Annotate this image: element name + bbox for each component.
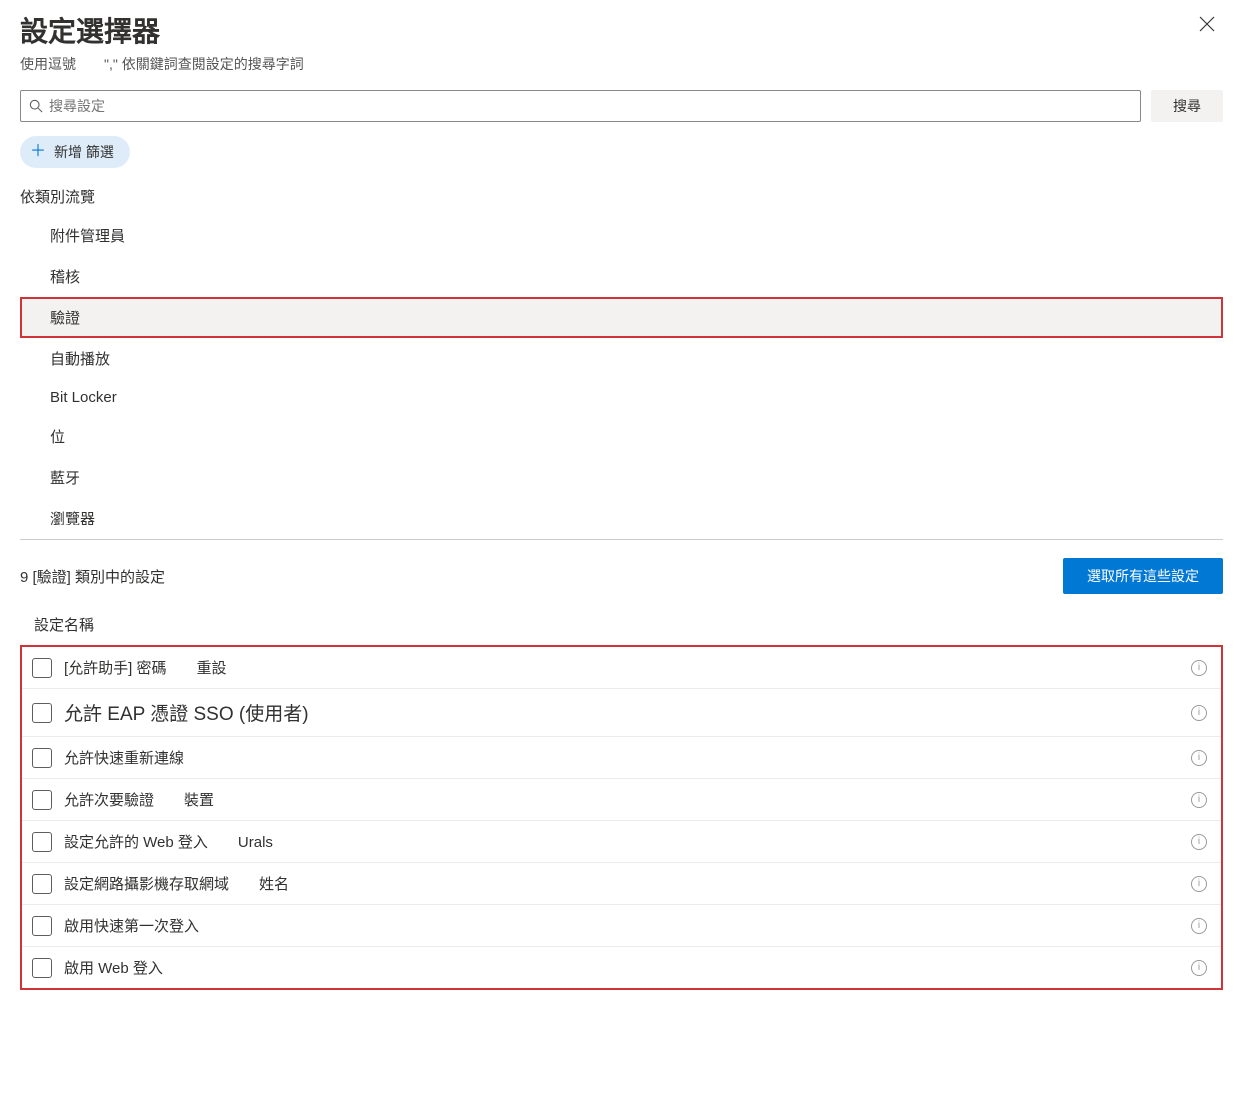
setting-row[interactable]: 啟用 Web 登入 i bbox=[22, 947, 1221, 988]
setting-checkbox[interactable] bbox=[32, 958, 52, 978]
settings-highlight-box: [允許助手] 密碼重設i允許 EAP 憑證 SSO (使用者)i允許快速重新連線… bbox=[20, 645, 1223, 990]
info-icon[interactable]: i bbox=[1191, 876, 1207, 892]
category-item[interactable]: 稽核 bbox=[20, 256, 1223, 297]
setting-label: 允許次要驗證裝置 bbox=[64, 789, 1179, 810]
info-icon[interactable]: i bbox=[1191, 834, 1207, 850]
setting-extra: 裝置 bbox=[184, 792, 214, 809]
setting-extra: 重設 bbox=[197, 660, 227, 677]
plus-icon: ＋ bbox=[30, 144, 46, 160]
setting-label: 啟用 Web 登入 bbox=[64, 957, 1179, 978]
browse-by-category-label: 依類別流覽 bbox=[20, 186, 1223, 207]
setting-checkbox[interactable] bbox=[32, 658, 52, 678]
setting-row[interactable]: 允許次要驗證裝置 i bbox=[22, 779, 1221, 821]
setting-row[interactable]: 允許 EAP 憑證 SSO (使用者) i bbox=[22, 689, 1221, 737]
setting-row[interactable]: 啟用快速第一次登入 i bbox=[22, 905, 1221, 947]
setting-row[interactable]: [允許助手] 密碼重設 i bbox=[22, 647, 1221, 689]
search-button[interactable]: 搜尋 bbox=[1151, 90, 1223, 122]
close-button[interactable] bbox=[1191, 10, 1223, 40]
search-input-container[interactable] bbox=[20, 90, 1141, 122]
column-header-setting-name: 設定名稱 bbox=[20, 608, 1223, 645]
setting-label: 允許 EAP 憑證 SSO (使用者) bbox=[64, 699, 1179, 726]
info-icon[interactable]: i bbox=[1191, 660, 1207, 676]
search-input[interactable] bbox=[49, 92, 1132, 120]
category-item[interactable]: 瀏覽器 bbox=[20, 498, 1223, 525]
setting-extra: Urals bbox=[238, 834, 273, 851]
setting-checkbox[interactable] bbox=[32, 703, 52, 723]
divider bbox=[20, 539, 1223, 540]
add-filter-label: 新增 篩選 bbox=[54, 142, 114, 162]
info-icon[interactable]: i bbox=[1191, 792, 1207, 808]
setting-label: 設定允許的 Web 登入Urals bbox=[64, 831, 1179, 852]
setting-row[interactable]: 設定允許的 Web 登入Urals i bbox=[22, 821, 1221, 863]
close-icon bbox=[1199, 16, 1215, 32]
setting-label: [允許助手] 密碼重設 bbox=[64, 657, 1179, 678]
results-count-label: 9 [驗證] 類別中的設定 bbox=[20, 566, 165, 587]
add-filter-button[interactable]: ＋ 新增 篩選 bbox=[20, 136, 130, 168]
setting-checkbox[interactable] bbox=[32, 874, 52, 894]
setting-row[interactable]: 允許快速重新連線 i bbox=[22, 737, 1221, 779]
setting-label: 啟用快速第一次登入 bbox=[64, 915, 1179, 936]
setting-checkbox[interactable] bbox=[32, 790, 52, 810]
info-icon[interactable]: i bbox=[1191, 705, 1207, 721]
category-item[interactable]: 自動播放 bbox=[20, 338, 1223, 379]
category-list[interactable]: 附件管理員稽核驗證自動播放Bit Locker位藍牙瀏覽器照相機 bbox=[20, 215, 1223, 525]
settings-list-scroll[interactable]: [允許助手] 密碼重設i允許 EAP 憑證 SSO (使用者)i允許快速重新連線… bbox=[20, 645, 1223, 1025]
info-icon[interactable]: i bbox=[1191, 960, 1207, 976]
setting-checkbox[interactable] bbox=[32, 916, 52, 936]
info-icon[interactable]: i bbox=[1191, 750, 1207, 766]
category-item[interactable]: 驗證 bbox=[20, 297, 1223, 338]
setting-checkbox[interactable] bbox=[32, 748, 52, 768]
category-item[interactable]: 位 bbox=[20, 416, 1223, 457]
setting-extra: 姓名 bbox=[259, 876, 289, 893]
setting-label: 允許快速重新連線 bbox=[64, 747, 1179, 768]
setting-row[interactable]: 設定網路攝影機存取網域姓名 i bbox=[22, 863, 1221, 905]
category-item[interactable]: Bit Locker bbox=[20, 379, 1223, 416]
select-all-button[interactable]: 選取所有這些設定 bbox=[1063, 558, 1223, 594]
category-item[interactable]: 附件管理員 bbox=[20, 215, 1223, 256]
page-subtitle: 使用逗號 "," 依關鍵詞查閱設定的搜尋字詞 bbox=[20, 54, 304, 74]
setting-checkbox[interactable] bbox=[32, 832, 52, 852]
page-title: 設定選擇器 bbox=[20, 10, 304, 50]
category-item[interactable]: 藍牙 bbox=[20, 457, 1223, 498]
setting-label: 設定網路攝影機存取網域姓名 bbox=[64, 873, 1179, 894]
search-icon bbox=[29, 99, 43, 113]
info-icon[interactable]: i bbox=[1191, 918, 1207, 934]
